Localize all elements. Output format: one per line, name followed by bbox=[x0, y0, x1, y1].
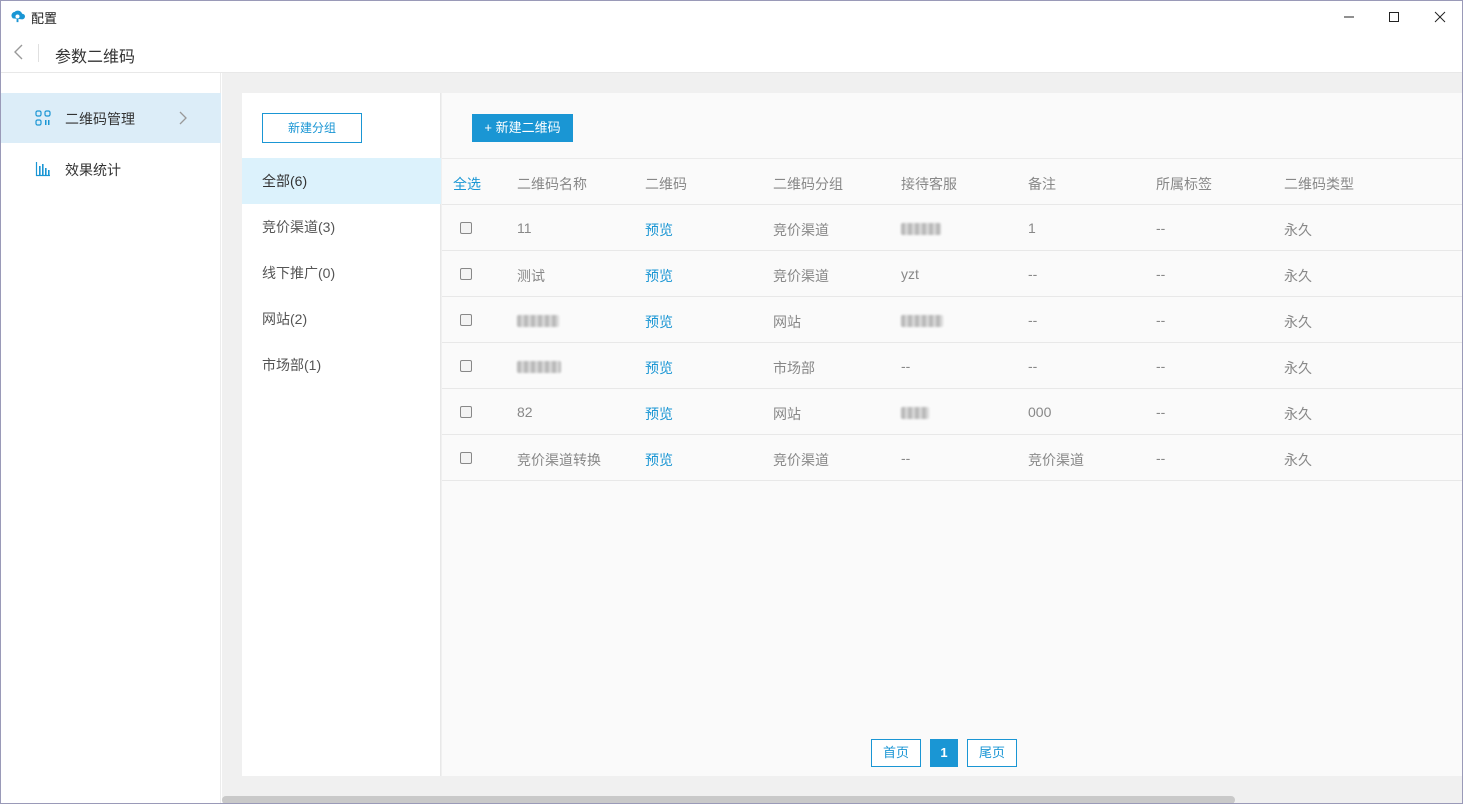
maximize-button[interactable] bbox=[1371, 1, 1417, 32]
row-checkbox[interactable] bbox=[460, 406, 472, 418]
cell-group: 竞价渠道 bbox=[773, 268, 829, 284]
cell-type: 永久 bbox=[1284, 406, 1312, 422]
column-header-type: 二维码类型 bbox=[1284, 176, 1354, 192]
cell-note: 000 bbox=[1028, 404, 1052, 420]
group-item-all[interactable]: 全部(6) bbox=[242, 158, 441, 204]
table-toolbar: + 新建二维码 bbox=[442, 93, 1462, 159]
cell-note: -- bbox=[1028, 266, 1038, 282]
select-all-button[interactable]: 全选 bbox=[453, 174, 481, 194]
cell-agent-redacted bbox=[901, 220, 941, 236]
group-item-bidding-channel[interactable]: 竞价渠道(3) bbox=[242, 204, 441, 250]
cell-note: -- bbox=[1028, 312, 1038, 328]
header-divider bbox=[38, 44, 39, 62]
chevron-right-icon bbox=[179, 111, 187, 125]
preview-link[interactable]: 预览 bbox=[645, 266, 673, 286]
column-header-agent: 接待客服 bbox=[901, 176, 957, 192]
cell-note: -- bbox=[1028, 358, 1038, 374]
table-row: 竞价渠道转换 预览 竞价渠道 -- 竞价渠道 -- 永久 bbox=[442, 435, 1462, 481]
table-row: 预览 网站 -- -- 永久 bbox=[442, 297, 1462, 343]
column-header-group: 二维码分组 bbox=[773, 176, 843, 192]
cell-name-redacted bbox=[517, 312, 559, 328]
cell-note: 1 bbox=[1028, 220, 1036, 236]
cell-group: 市场部 bbox=[773, 360, 815, 376]
back-arrow-icon[interactable] bbox=[9, 42, 29, 62]
cell-name-redacted bbox=[517, 358, 561, 374]
column-header-qr: 二维码 bbox=[645, 176, 687, 192]
qr-code-icon bbox=[35, 110, 51, 126]
cell-tag: -- bbox=[1156, 266, 1166, 282]
app-window: 配置 参数二维码 二维码管理 效果统计 新建分组 全部(6) 竞价渠道(3) 线… bbox=[0, 0, 1463, 804]
cell-type: 永久 bbox=[1284, 222, 1312, 238]
cell-tag: -- bbox=[1156, 220, 1166, 236]
cell-tag: -- bbox=[1156, 450, 1166, 466]
preview-link[interactable]: 预览 bbox=[645, 312, 673, 332]
cell-tag: -- bbox=[1156, 358, 1166, 374]
cell-tag: -- bbox=[1156, 312, 1166, 328]
new-group-button[interactable]: 新建分组 bbox=[262, 113, 362, 143]
cell-name: 82 bbox=[517, 404, 533, 420]
column-header-note: 备注 bbox=[1028, 176, 1056, 192]
row-checkbox[interactable] bbox=[460, 222, 472, 234]
group-list-panel: 新建分组 全部(6) 竞价渠道(3) 线下推广(0) 网站(2) 市场部(1) bbox=[242, 93, 441, 776]
row-checkbox[interactable] bbox=[460, 268, 472, 280]
cell-group: 竞价渠道 bbox=[773, 452, 829, 468]
minimize-icon bbox=[1344, 16, 1354, 17]
sidebar: 二维码管理 效果统计 bbox=[1, 73, 221, 803]
new-qr-code-button[interactable]: + 新建二维码 bbox=[472, 114, 573, 142]
cell-type: 永久 bbox=[1284, 268, 1312, 284]
preview-link[interactable]: 预览 bbox=[645, 358, 673, 378]
sidebar-item-label: 二维码管理 bbox=[65, 111, 135, 127]
cell-tag: -- bbox=[1156, 404, 1166, 420]
group-item-marketing[interactable]: 市场部(1) bbox=[242, 342, 441, 388]
minimize-button[interactable] bbox=[1326, 1, 1372, 32]
maximize-icon bbox=[1389, 11, 1399, 22]
last-page-button[interactable]: 尾页 bbox=[967, 739, 1017, 767]
page-header: 参数二维码 bbox=[1, 32, 1462, 73]
bar-chart-icon bbox=[35, 162, 50, 177]
cell-agent: -- bbox=[901, 358, 911, 374]
first-page-button[interactable]: 首页 bbox=[871, 739, 921, 767]
title-bar: 配置 bbox=[1, 1, 1462, 32]
qr-table-panel: + 新建二维码 全选 二维码名称 二维码 二维码分组 接待客服 备注 所属标签 … bbox=[442, 93, 1462, 776]
sidebar-item-qr-management[interactable]: 二维码管理 bbox=[1, 93, 221, 143]
cell-name: 测试 bbox=[517, 268, 545, 284]
preview-link[interactable]: 预览 bbox=[645, 404, 673, 424]
page-number-button[interactable]: 1 bbox=[930, 739, 958, 767]
cell-group: 竞价渠道 bbox=[773, 222, 829, 238]
horizontal-scrollbar[interactable] bbox=[222, 796, 1235, 803]
close-button[interactable] bbox=[1417, 1, 1462, 32]
sidebar-item-statistics[interactable]: 效果统计 bbox=[1, 144, 221, 194]
column-header-name: 二维码名称 bbox=[517, 176, 587, 192]
cell-name: 11 bbox=[517, 220, 532, 236]
cell-name: 竞价渠道转换 bbox=[517, 452, 601, 468]
table-row: 测试 预览 竞价渠道 yzt -- -- 永久 bbox=[442, 251, 1462, 297]
page-title: 参数二维码 bbox=[55, 49, 136, 66]
table-header: 全选 二维码名称 二维码 二维码分组 接待客服 备注 所属标签 二维码类型 bbox=[442, 159, 1462, 205]
table-row: 11 预览 竞价渠道 1 -- 永久 bbox=[442, 205, 1462, 251]
group-item-offline-promotion[interactable]: 线下推广(0) bbox=[242, 250, 441, 296]
sidebar-item-label: 效果统计 bbox=[65, 162, 121, 178]
table-row: 82 预览 网站 000 -- 永久 bbox=[442, 389, 1462, 435]
preview-link[interactable]: 预览 bbox=[645, 220, 673, 240]
cell-type: 永久 bbox=[1284, 314, 1312, 330]
row-checkbox[interactable] bbox=[460, 452, 472, 464]
window-title: 配置 bbox=[31, 11, 58, 26]
group-item-website[interactable]: 网站(2) bbox=[242, 296, 441, 342]
cell-type: 永久 bbox=[1284, 452, 1312, 468]
preview-link[interactable]: 预览 bbox=[645, 450, 673, 470]
app-logo-icon bbox=[11, 10, 25, 23]
row-checkbox[interactable] bbox=[460, 360, 472, 372]
cell-note: 竞价渠道 bbox=[1028, 452, 1084, 468]
cell-group: 网站 bbox=[773, 406, 801, 422]
cell-agent-redacted bbox=[901, 312, 943, 328]
cell-group: 网站 bbox=[773, 314, 801, 330]
column-header-tag: 所属标签 bbox=[1156, 176, 1212, 192]
cell-agent: -- bbox=[901, 450, 911, 466]
close-icon bbox=[1434, 11, 1446, 22]
cell-agent: yzt bbox=[901, 266, 919, 282]
table-row: 预览 市场部 -- -- -- 永久 bbox=[442, 343, 1462, 389]
row-checkbox[interactable] bbox=[460, 314, 472, 326]
cell-agent-redacted bbox=[901, 404, 929, 420]
cell-type: 永久 bbox=[1284, 360, 1312, 376]
